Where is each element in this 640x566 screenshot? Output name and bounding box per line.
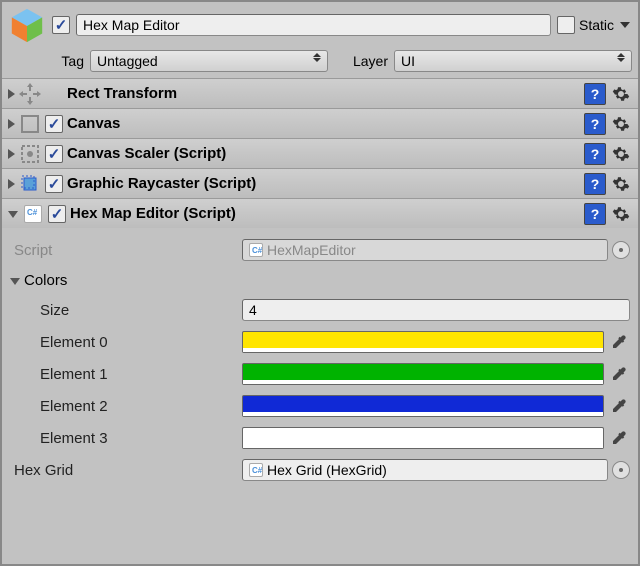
size-input[interactable] — [242, 299, 630, 321]
tag-label: Tag — [50, 53, 84, 69]
component-title: Rect Transform — [67, 85, 580, 102]
dropdown-arrows-icon — [617, 53, 625, 62]
gear-icon[interactable] — [610, 173, 632, 195]
component-enabled-checkbox[interactable] — [48, 205, 66, 223]
component-header-canvas[interactable]: Canvas ? — [2, 108, 638, 138]
help-icon[interactable]: ? — [584, 83, 606, 105]
layer-dropdown[interactable]: UI — [394, 50, 632, 72]
dropdown-arrows-icon — [313, 53, 321, 62]
graphic-raycaster-icon — [19, 173, 41, 195]
foldout-icon[interactable] — [8, 179, 15, 189]
component-title: Canvas Scaler (Script) — [67, 145, 580, 162]
element-0-label: Element 0 — [10, 334, 238, 351]
element-2-label: Element 2 — [10, 398, 238, 415]
gear-icon[interactable] — [610, 113, 632, 135]
element-1-label: Element 1 — [10, 366, 238, 383]
static-dropdown-arrow[interactable] — [618, 18, 632, 32]
element-2-color-swatch[interactable] — [242, 395, 604, 417]
component-enabled-checkbox[interactable] — [45, 175, 63, 193]
script-icon — [249, 463, 263, 477]
size-label: Size — [10, 302, 238, 319]
gear-icon[interactable] — [610, 203, 632, 225]
element-1-color-swatch[interactable] — [242, 363, 604, 385]
gear-icon[interactable] — [610, 143, 632, 165]
rect-transform-icon — [19, 83, 41, 105]
static-label: Static — [579, 17, 614, 33]
canvas-icon — [19, 113, 41, 135]
tag-dropdown[interactable]: Untagged — [90, 50, 328, 72]
gameobject-cube-icon — [8, 6, 46, 44]
element-0-color-swatch[interactable] — [242, 331, 604, 353]
script-icon — [249, 243, 263, 257]
component-enabled-checkbox[interactable] — [45, 145, 63, 163]
element-3-color-swatch[interactable] — [242, 427, 604, 449]
component-title: Hex Map Editor (Script) — [70, 205, 580, 222]
tag-value: Untagged — [97, 53, 158, 69]
component-title: Graphic Raycaster (Script) — [67, 175, 580, 192]
help-icon[interactable]: ? — [584, 173, 606, 195]
layer-label: Layer — [344, 53, 388, 69]
static-checkbox[interactable] — [557, 16, 575, 34]
hex-grid-value: Hex Grid (HexGrid) — [267, 462, 601, 478]
canvas-scaler-icon — [19, 143, 41, 165]
hex-grid-field[interactable]: Hex Grid (HexGrid) — [242, 459, 608, 481]
gear-icon[interactable] — [610, 83, 632, 105]
foldout-icon[interactable] — [8, 211, 18, 218]
component-title: Canvas — [67, 115, 580, 132]
object-picker-button[interactable] — [612, 241, 630, 259]
eyedropper-icon[interactable] — [608, 363, 630, 385]
colors-foldout-icon[interactable] — [10, 278, 20, 285]
foldout-icon[interactable] — [8, 119, 15, 129]
component-header-graphic-raycaster[interactable]: Graphic Raycaster (Script) ? — [2, 168, 638, 198]
colors-label: Colors — [24, 272, 67, 289]
script-icon — [22, 203, 44, 225]
hex-grid-label: Hex Grid — [10, 462, 238, 479]
help-icon[interactable]: ? — [584, 113, 606, 135]
foldout-icon[interactable] — [8, 149, 15, 159]
script-field: HexMapEditor — [242, 239, 608, 261]
foldout-icon[interactable] — [8, 89, 15, 99]
component-enabled-checkbox[interactable] — [45, 115, 63, 133]
script-label: Script — [10, 242, 238, 259]
help-icon[interactable]: ? — [584, 203, 606, 225]
script-name: HexMapEditor — [267, 242, 601, 258]
element-3-label: Element 3 — [10, 430, 238, 447]
component-header-rect-transform[interactable]: Rect Transform ? — [2, 78, 638, 108]
component-header-hex-map-editor[interactable]: Hex Map Editor (Script) ? — [2, 198, 638, 228]
component-header-canvas-scaler[interactable]: Canvas Scaler (Script) ? — [2, 138, 638, 168]
eyedropper-icon[interactable] — [608, 395, 630, 417]
hex-map-editor-body: Script HexMapEditor Colors Size Element … — [2, 228, 638, 492]
gameobject-name-input[interactable] — [76, 14, 551, 36]
eyedropper-icon[interactable] — [608, 331, 630, 353]
layer-value: UI — [401, 53, 415, 69]
object-picker-button[interactable] — [612, 461, 630, 479]
gameobject-active-checkbox[interactable] — [52, 16, 70, 34]
eyedropper-icon[interactable] — [608, 427, 630, 449]
help-icon[interactable]: ? — [584, 143, 606, 165]
